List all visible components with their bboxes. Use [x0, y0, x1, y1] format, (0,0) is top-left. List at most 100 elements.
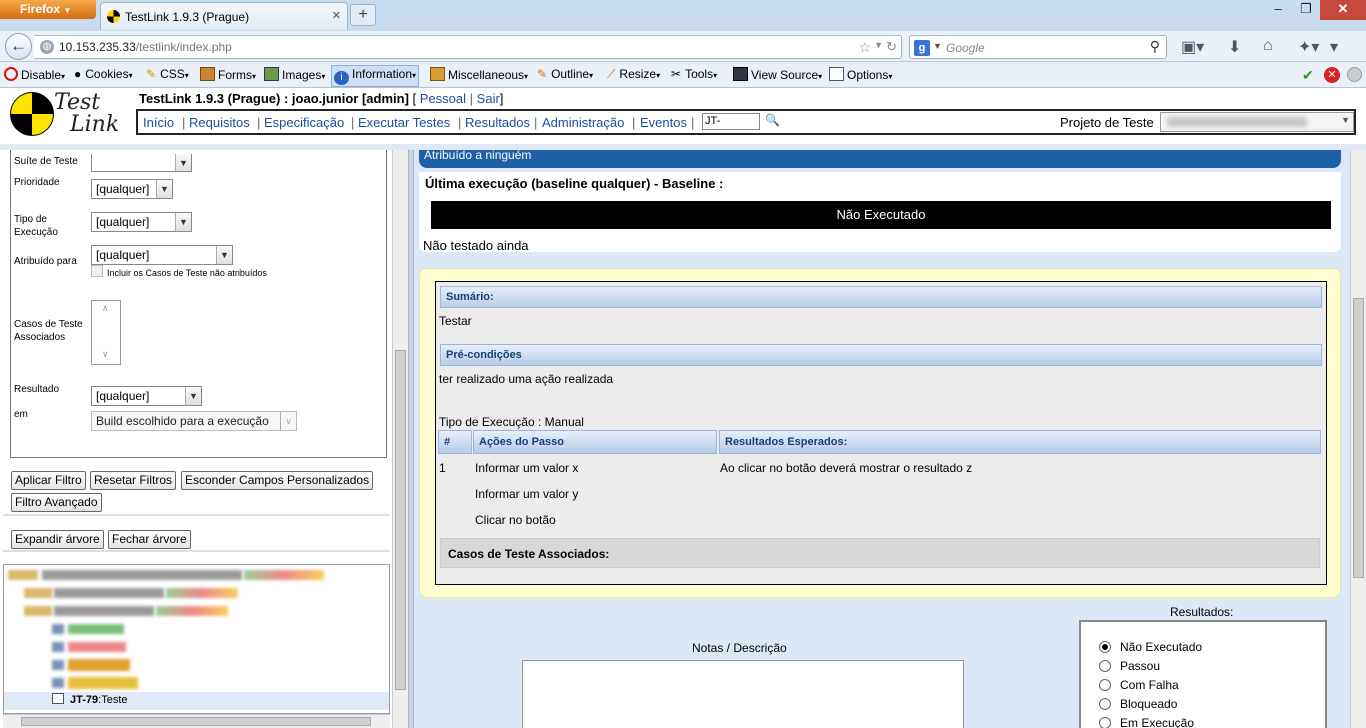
divider: [3, 514, 390, 516]
priority-select[interactable]: [qualquer] ▼: [91, 179, 173, 199]
radio-selected[interactable]: [1099, 641, 1111, 653]
toolbar-options[interactable]: Options▾: [829, 67, 892, 82]
notes-textarea[interactable]: [522, 660, 964, 728]
menu-eventos[interactable]: Eventos: [640, 115, 687, 130]
restore-button[interactable]: ❐: [1292, 0, 1320, 20]
result-option-passed[interactable]: Passou: [1099, 659, 1160, 673]
toolbar-forms[interactable]: Forms▾: [200, 67, 256, 82]
toolbar-resize[interactable]: ⟋ Resize▾: [607, 67, 660, 82]
toolbar-disable[interactable]: Disable▾: [4, 67, 65, 82]
window-close-button[interactable]: ✕: [1320, 0, 1366, 20]
error-icon[interactable]: ✕: [1324, 67, 1340, 83]
vertical-scrollbar[interactable]: [392, 150, 408, 728]
testcase-icon: [52, 678, 64, 688]
tree-label-redacted: [42, 570, 242, 580]
bookmarks-icon[interactable]: ▣▾: [1181, 37, 1204, 57]
addon-icon[interactable]: ✦▾: [1298, 37, 1319, 57]
google-icon[interactable]: g: [914, 40, 930, 56]
close-icon[interactable]: ✕: [332, 9, 341, 22]
menu-icon[interactable]: ▾: [1330, 37, 1338, 57]
search-bar[interactable]: g ▼ Google ⚲: [909, 35, 1167, 59]
menu-inicio[interactable]: Início: [143, 115, 174, 130]
menu-requisitos[interactable]: Requisitos: [189, 115, 250, 130]
toolbar-cookies[interactable]: ● Cookies▾: [74, 67, 133, 81]
scrollbar-thumb[interactable]: [21, 717, 371, 726]
status-icon[interactable]: [1347, 67, 1362, 82]
assigned-select[interactable]: [qualquer] ▼: [91, 245, 233, 265]
include-unassigned-checkbox[interactable]: [91, 265, 103, 277]
radio[interactable]: [1099, 698, 1111, 710]
toolbar-information[interactable]: i Information▾: [331, 65, 420, 87]
result-select[interactable]: [qualquer] ▼: [91, 386, 202, 406]
collapse-tree-button[interactable]: Fechar árvore: [108, 530, 191, 549]
vertical-scrollbar[interactable]: [1350, 150, 1366, 728]
result-option-not-run[interactable]: Não Executado: [1099, 640, 1202, 654]
tree-counters-redacted: [166, 588, 238, 598]
chevron-down-icon[interactable]: ▼: [874, 40, 883, 50]
steps-col-actions: Ações do Passo: [473, 430, 717, 454]
project-select[interactable]: ▼: [1160, 112, 1354, 132]
radio[interactable]: [1099, 717, 1111, 728]
firefox-menu-button[interactable]: Firefox ▼: [0, 0, 96, 19]
priority-value: [qualquer]: [96, 182, 150, 196]
toolbar-images[interactable]: Images▾: [264, 67, 325, 82]
apply-filter-button[interactable]: Aplicar Filtro: [11, 471, 86, 490]
testcase-icon: [52, 693, 64, 704]
result-option-label: Com Falha: [1120, 678, 1179, 692]
url-path: /testlink/index.php: [135, 40, 232, 54]
home-icon[interactable]: ⌂: [1263, 37, 1273, 55]
checkmark-icon[interactable]: ✔: [1302, 67, 1314, 84]
build-select[interactable]: Build escolhido para a execução ∨: [91, 411, 297, 431]
reset-filters-button[interactable]: Resetar Filtros: [90, 471, 177, 490]
exec-type-select[interactable]: [qualquer] ▼: [91, 212, 192, 232]
scrollbar-thumb[interactable]: [395, 350, 406, 690]
divider: [3, 550, 390, 552]
radio[interactable]: [1099, 660, 1111, 672]
linked-cases-listbox[interactable]: ∧ ∨: [91, 300, 121, 365]
scrollbar-thumb[interactable]: [1353, 298, 1364, 578]
title-bracket-open: [: [412, 91, 417, 106]
advanced-filter-button[interactable]: Filtro Avançado: [11, 493, 102, 512]
result-option-in-progress[interactable]: Em Execução: [1099, 716, 1194, 728]
chevron-down-icon[interactable]: ▼: [933, 41, 942, 51]
radio[interactable]: [1099, 679, 1111, 691]
personal-link[interactable]: Pessoal: [420, 91, 466, 106]
horizontal-scrollbar[interactable]: [3, 714, 390, 728]
reload-icon[interactable]: ↻: [886, 39, 897, 55]
result-option-failed[interactable]: Com Falha: [1099, 678, 1179, 692]
menu-especificacao[interactable]: Especificação: [264, 115, 344, 130]
tab-title: TestLink 1.9.3 (Prague): [125, 10, 250, 24]
link-separator: |: [469, 91, 474, 106]
back-button[interactable]: ←: [5, 33, 32, 60]
minimize-button[interactable]: –: [1264, 0, 1292, 20]
bookmark-star-icon[interactable]: ☆: [858, 39, 871, 56]
download-icon[interactable]: ⬇: [1228, 37, 1241, 57]
suite-select[interactable]: ▼: [91, 154, 192, 172]
url-bar[interactable]: ◍ 10.153.235.33/testlink/index.php ☆ ▼ ↻: [34, 35, 902, 59]
browser-tab[interactable]: TestLink 1.9.3 (Prague) ✕: [100, 2, 348, 30]
testlink-header: Test Link TestLink 1.9.3 (Prague) : joao…: [0, 88, 1366, 144]
menu-resultados[interactable]: Resultados: [465, 115, 530, 130]
toolbar-miscellaneous[interactable]: Miscellaneous▾: [430, 67, 528, 82]
associated-testcases-header: Casos de Teste Associados:: [440, 538, 1320, 568]
new-tab-button[interactable]: +: [350, 4, 376, 26]
search-icon[interactable]: 🔍: [765, 113, 780, 127]
expand-tree-button[interactable]: Expandir árvore: [11, 530, 104, 549]
toolbar-css[interactable]: ✎ CSS▾: [146, 67, 189, 81]
project-label: Projeto de Teste: [1060, 115, 1154, 130]
tree-node-selected[interactable]: JT-79:Teste: [52, 693, 128, 710]
hide-custom-fields-button[interactable]: Esconder Campos Personalizados: [181, 471, 374, 490]
logout-link[interactable]: Sair: [477, 91, 500, 106]
testcase-search-input[interactable]: JT-: [702, 113, 760, 130]
toolbar-outline[interactable]: ✎ Outline▾: [537, 67, 593, 81]
result-option-blocked[interactable]: Bloqueado: [1099, 697, 1177, 711]
toolbar-view-source[interactable]: View Source▾: [733, 67, 822, 82]
menu-executar-testes[interactable]: Executar Testes: [358, 115, 450, 130]
toolbar-tools[interactable]: ✂ Tools▾: [671, 67, 717, 81]
menu-administracao[interactable]: Administração: [542, 115, 624, 130]
testlink-logo: Test Link: [8, 90, 123, 140]
search-icon[interactable]: ⚲: [1150, 38, 1160, 55]
tree-label-redacted: [54, 588, 164, 598]
execution-frame: Atribuído a ninguém Última execução (bas…: [414, 150, 1366, 728]
menu-separator: |: [351, 115, 355, 130]
